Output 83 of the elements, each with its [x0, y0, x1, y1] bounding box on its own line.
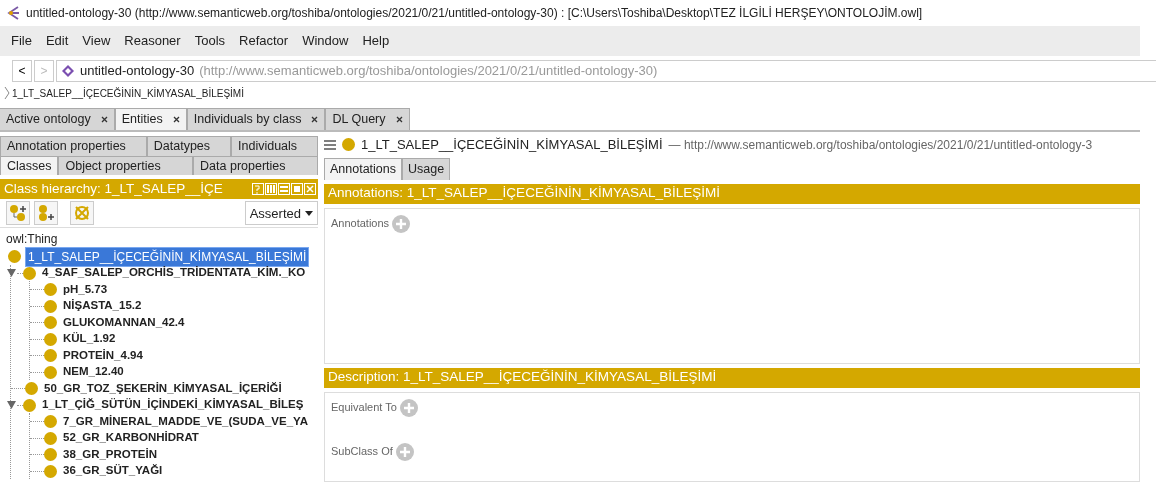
- tree-item[interactable]: pH_5.73: [61, 280, 110, 299]
- workspace-tab[interactable]: Active ontology: [0, 108, 115, 130]
- tree-root-label[interactable]: owl:Thing: [0, 230, 318, 249]
- menu-item[interactable]: View: [75, 31, 118, 51]
- caret-icon: [305, 210, 313, 216]
- add-sibling-button[interactable]: [34, 201, 58, 226]
- mode-dropdown[interactable]: Asserted: [244, 201, 318, 226]
- menu-item[interactable]: Tools: [187, 31, 233, 51]
- workspace-tab[interactable]: Entities: [114, 108, 187, 130]
- panel-tab[interactable]: Annotation properties: [0, 135, 147, 156]
- help-icon[interactable]: [252, 183, 264, 196]
- delete-class-icon: [73, 204, 91, 223]
- class-icon: [25, 382, 38, 395]
- class-icon: [23, 398, 36, 412]
- close-icon[interactable]: [311, 115, 319, 123]
- class-icon: [44, 431, 57, 445]
- rows-icon[interactable]: [278, 183, 290, 196]
- app-logo-icon: [6, 6, 20, 20]
- tree-item[interactable]: NEM_12.40: [61, 363, 126, 381]
- tree-item[interactable]: 1_LT_SALEP__İÇECEĞİNİN_KİMYASAL_BİLEŞİMİ: [25, 246, 310, 267]
- address-field[interactable]: untitled-ontology-30 (http://www.semanticweb.org/toshiba/ontologies/2021/0/21/untitled-ontology-30): [56, 60, 1156, 82]
- tree-item[interactable]: NİŞASTA_15.2: [61, 297, 144, 315]
- class-icon: [44, 448, 57, 461]
- maximize-icon[interactable]: [291, 183, 303, 196]
- class-icon: [44, 464, 57, 478]
- class-icon: [8, 250, 21, 263]
- close-icon[interactable]: [172, 115, 180, 123]
- class-icon: [44, 365, 57, 379]
- class-icon: [44, 332, 57, 346]
- menu-item[interactable]: Refactor: [232, 31, 296, 51]
- panel-title: Description: 1_LT_SALEP__İÇECEĞİNİN_KİMYASAL_BİLEŞİMİ: [328, 368, 717, 387]
- back-button[interactable]: <: [12, 60, 32, 82]
- close-icon[interactable]: [395, 115, 403, 123]
- menu-item[interactable]: Reasoner: [117, 31, 188, 51]
- menu-icon[interactable]: [324, 139, 336, 150]
- menu-item[interactable]: Edit: [38, 31, 76, 51]
- tree-item[interactable]: 38_GR_PROTEİN: [61, 445, 159, 464]
- section-label: Annotations: [331, 216, 390, 232]
- class-icon: [44, 349, 57, 362]
- delete-class-button[interactable]: [70, 201, 94, 226]
- add-sibling-icon: [37, 204, 55, 223]
- window-title: untitled-ontology-30 (http://www.semanticweb.org/toshiba/ontologies/2021/0/21/untitled-ontology-30) : [C:\Users\Toshiba\Desktop\TEZ İLGİLİ HERŞEY\ONTOLOJİM.owl]: [26, 5, 923, 22]
- panel-tab[interactable]: Object properties: [58, 155, 194, 176]
- section-label: SubClass Of: [331, 444, 393, 460]
- class-icon: [44, 316, 57, 329]
- panel-tab[interactable]: Classes: [0, 155, 59, 176]
- panel-tab[interactable]: Datatypes: [146, 135, 231, 156]
- tree-item[interactable]: 1_LT_ÇİĞ_SÜTÜN_İÇİNDEKİ_KİMYASAL_BİLEŞ: [40, 396, 306, 414]
- close-icon[interactable]: [100, 115, 108, 123]
- class-icon: [342, 138, 355, 152]
- tree-item[interactable]: 52_GR_KARBONHİDRAT: [61, 429, 201, 447]
- add-subclass-button[interactable]: [6, 201, 30, 226]
- menu-item[interactable]: Window: [295, 31, 356, 51]
- expanded-icon[interactable]: [6, 401, 16, 409]
- breadcrumb[interactable]: 1_LT_SALEP__İÇECEĞİNİN_KİMYASAL_BİLEŞİMİ: [12, 85, 244, 101]
- panel-tab[interactable]: Data properties: [193, 155, 318, 176]
- panel-title: Annotations: 1_LT_SALEP__İÇECEĞİNİN_KİMYASAL_BİLEŞİMİ: [328, 184, 720, 203]
- columns-icon[interactable]: [265, 183, 277, 196]
- entity-iri: — http://www.semanticweb.org/toshiba/ontologies/2021/0/21/untitled-ontology-3: [668, 136, 1093, 154]
- panel-tab[interactable]: Individuals: [231, 135, 318, 156]
- class-icon: [44, 299, 57, 313]
- tree-item[interactable]: 50_GR_TOZ_ŞEKERİN_KİMYASAL_İÇERİĞİ: [42, 379, 284, 398]
- add-subclass-icon: [9, 204, 27, 223]
- tree-item[interactable]: 7_GR_MİNERAL_MADDE_VE_(SUDA_VE_YA: [61, 412, 310, 431]
- view-tab[interactable]: Usage: [402, 157, 451, 180]
- section-label: Equivalent To: [331, 400, 397, 416]
- ontology-icon: [61, 64, 75, 78]
- workspace-tab[interactable]: Individuals by class: [186, 108, 326, 130]
- tree-item[interactable]: GLUKOMANNAN_42.4: [61, 313, 187, 332]
- panel-title: Class hierarchy: 1_LT_SALEP__İÇE: [4, 180, 223, 199]
- tree-item[interactable]: KÜL_1.92: [61, 330, 118, 348]
- entity-title: 1_LT_SALEP__İÇECEĞİNİN_KİMYASAL_BİLEŞİMİ: [361, 136, 663, 154]
- class-icon: [44, 283, 57, 296]
- workspace-tab[interactable]: DL Query: [325, 108, 410, 130]
- class-icon: [44, 415, 57, 428]
- expanded-icon[interactable]: [6, 269, 16, 277]
- tree-item[interactable]: 4_SAF_SALEP_ORCHİS_TRİDENTATA_KİM._KO: [40, 264, 308, 282]
- menu-item[interactable]: File: [4, 31, 39, 51]
- chevron-icon: [4, 86, 10, 100]
- tree-item[interactable]: 36_GR_SÜT_YAĞI: [61, 462, 165, 480]
- tree-item[interactable]: PROTEİN_4.94: [61, 346, 145, 365]
- view-tab[interactable]: Annotations: [324, 157, 403, 180]
- menu-item[interactable]: Help: [355, 31, 397, 51]
